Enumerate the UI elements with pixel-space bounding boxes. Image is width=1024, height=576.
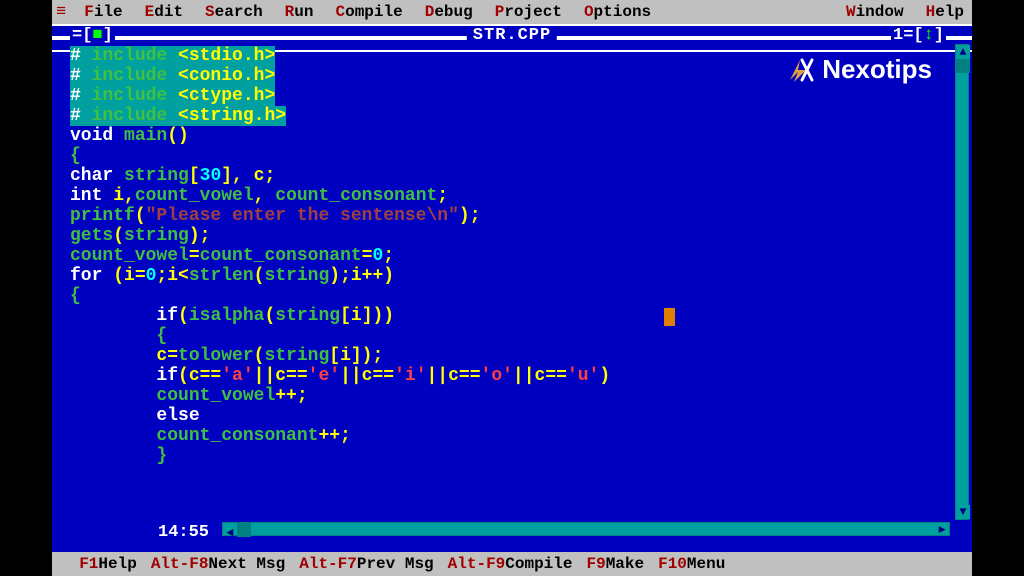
menu-edit[interactable]: Edit [145, 3, 183, 21]
shortcut-key[interactable]: F9 [586, 555, 605, 573]
code-line: count_vowel++; [70, 386, 950, 406]
window-title: STR.CPP [467, 26, 557, 45]
shortcut-key[interactable]: Alt-F8 [151, 555, 209, 573]
shortcut-key[interactable]: F10 [658, 555, 687, 573]
code-line: count_consonant++; [70, 426, 950, 446]
code-line: printf("Please enter the sentense\n"); [70, 206, 950, 226]
code-editor[interactable]: # include <stdio.h># include <conio.h># … [70, 46, 950, 518]
code-line: } [70, 446, 950, 466]
menu-help[interactable]: Help [926, 3, 964, 21]
shortcut-label: Menu [687, 555, 725, 573]
code-line: if(c=='a'||c=='e'||c=='i'||c=='o'||c=='u… [70, 366, 950, 386]
code-line: for (i=0;i<strlen(string);i++) [70, 266, 950, 286]
code-line: # include <string.h> [70, 106, 950, 126]
scroll-up-icon[interactable]: ▲ [956, 45, 970, 59]
menu-project[interactable]: Project [495, 3, 562, 21]
editor-window: =[■] STR.CPP 1=[↕] 14:55 ▲ ▼ ◄ ► # inclu… [52, 24, 972, 552]
code-line: { [70, 146, 950, 166]
code-line: { [70, 286, 950, 306]
shortcut-label: Next Msg [208, 555, 285, 573]
code-line: int i,count_vowel, count_consonant; [70, 186, 950, 206]
shortcut-label: Prev Msg [357, 555, 434, 573]
shortcut-key[interactable]: Alt-F7 [299, 555, 357, 573]
text-cursor [664, 308, 675, 326]
menu-search[interactable]: Search [205, 3, 263, 21]
scroll-down-icon[interactable]: ▼ [956, 505, 970, 519]
code-line: void main() [70, 126, 950, 146]
code-line: count_vowel=count_consonant=0; [70, 246, 950, 266]
menu-run[interactable]: Run [285, 3, 314, 21]
shortcut-label: Make [606, 555, 644, 573]
menu-file[interactable]: File [84, 3, 122, 21]
cursor-position: 14:55 [152, 523, 215, 542]
hscroll-thumb[interactable] [237, 523, 251, 537]
code-line: if(isalpha(string[i])) [70, 306, 950, 326]
watermark-logo: Nexotips [786, 54, 932, 85]
menu-debug[interactable]: Debug [425, 3, 473, 21]
close-window-control[interactable]: =[■] [70, 26, 115, 45]
menu-compile[interactable]: Compile [335, 3, 402, 21]
code-line: gets(string); [70, 226, 950, 246]
code-line: c=tolower(string[i]); [70, 346, 950, 366]
scroll-right-icon[interactable]: ► [935, 523, 949, 537]
watermark-text: Nexotips [822, 54, 932, 85]
status-bar: F1 Help Alt-F8 Next Msg Alt-F7 Prev Msg Alt… [52, 552, 972, 576]
code-line: else [70, 406, 950, 426]
window-number-zoom[interactable]: 1=[↕] [891, 26, 946, 45]
shortcut-key[interactable]: Alt-F9 [448, 555, 506, 573]
code-line: # include <ctype.h> [70, 86, 950, 106]
shortcut-label: Help [98, 555, 136, 573]
code-line: { [70, 326, 950, 346]
horizontal-scrollbar[interactable]: ◄ ► [222, 522, 950, 536]
shortcut-label: Compile [505, 555, 572, 573]
shortcut-key[interactable]: F1 [79, 555, 98, 573]
scroll-left-icon[interactable]: ◄ [223, 526, 237, 540]
vscroll-thumb[interactable] [956, 59, 970, 73]
code-line: char string[30], c; [70, 166, 950, 186]
menu-options[interactable]: Options [584, 3, 651, 21]
menu-bar: ≡ File Edit Search Run Compile Debug Project Op… [52, 0, 972, 24]
system-menu-icon[interactable]: ≡ [56, 3, 66, 22]
vertical-scrollbar[interactable]: ▲ ▼ [955, 44, 969, 520]
nexotips-icon [786, 56, 814, 84]
menu-window[interactable]: Window [846, 3, 904, 21]
